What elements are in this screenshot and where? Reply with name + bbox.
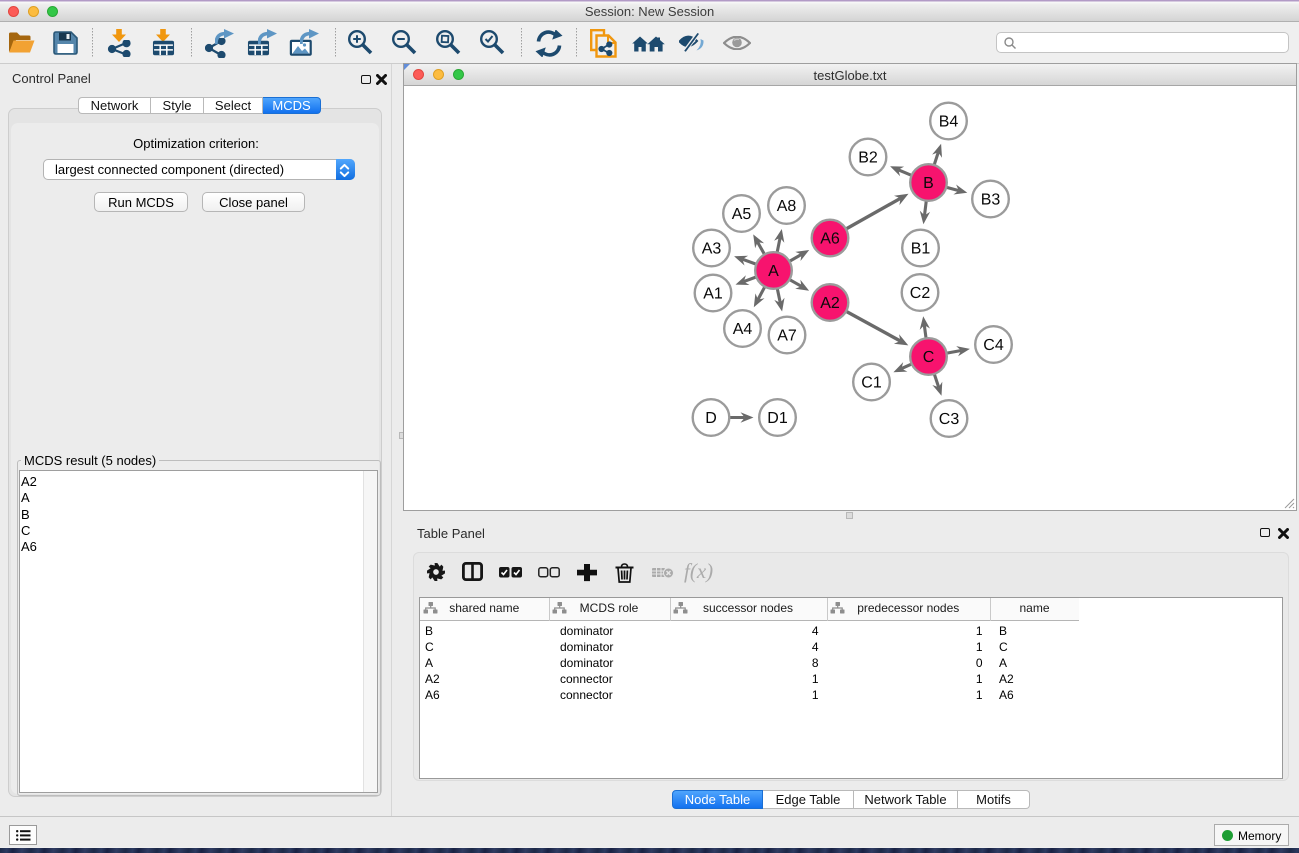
svg-text:C1: C1 [861,375,882,392]
svg-text:D: D [705,410,717,427]
svg-text:A: A [768,263,779,280]
svg-text:A8: A8 [777,198,797,215]
svg-text:C3: C3 [939,411,960,428]
svg-text:B: B [923,175,934,192]
svg-text:B3: B3 [981,192,1001,209]
svg-text:C2: C2 [910,285,931,302]
svg-text:A7: A7 [777,328,797,345]
svg-text:C4: C4 [983,337,1004,354]
svg-text:C: C [923,349,935,366]
svg-text:A5: A5 [732,206,752,223]
svg-text:D1: D1 [767,410,788,427]
svg-text:A1: A1 [703,286,723,303]
svg-text:B4: B4 [939,114,959,131]
svg-text:B2: B2 [858,150,878,167]
svg-text:A2: A2 [820,295,840,312]
svg-text:A6: A6 [820,231,840,248]
svg-text:B1: B1 [911,241,931,258]
svg-text:A3: A3 [702,241,722,258]
svg-text:A4: A4 [733,321,753,338]
